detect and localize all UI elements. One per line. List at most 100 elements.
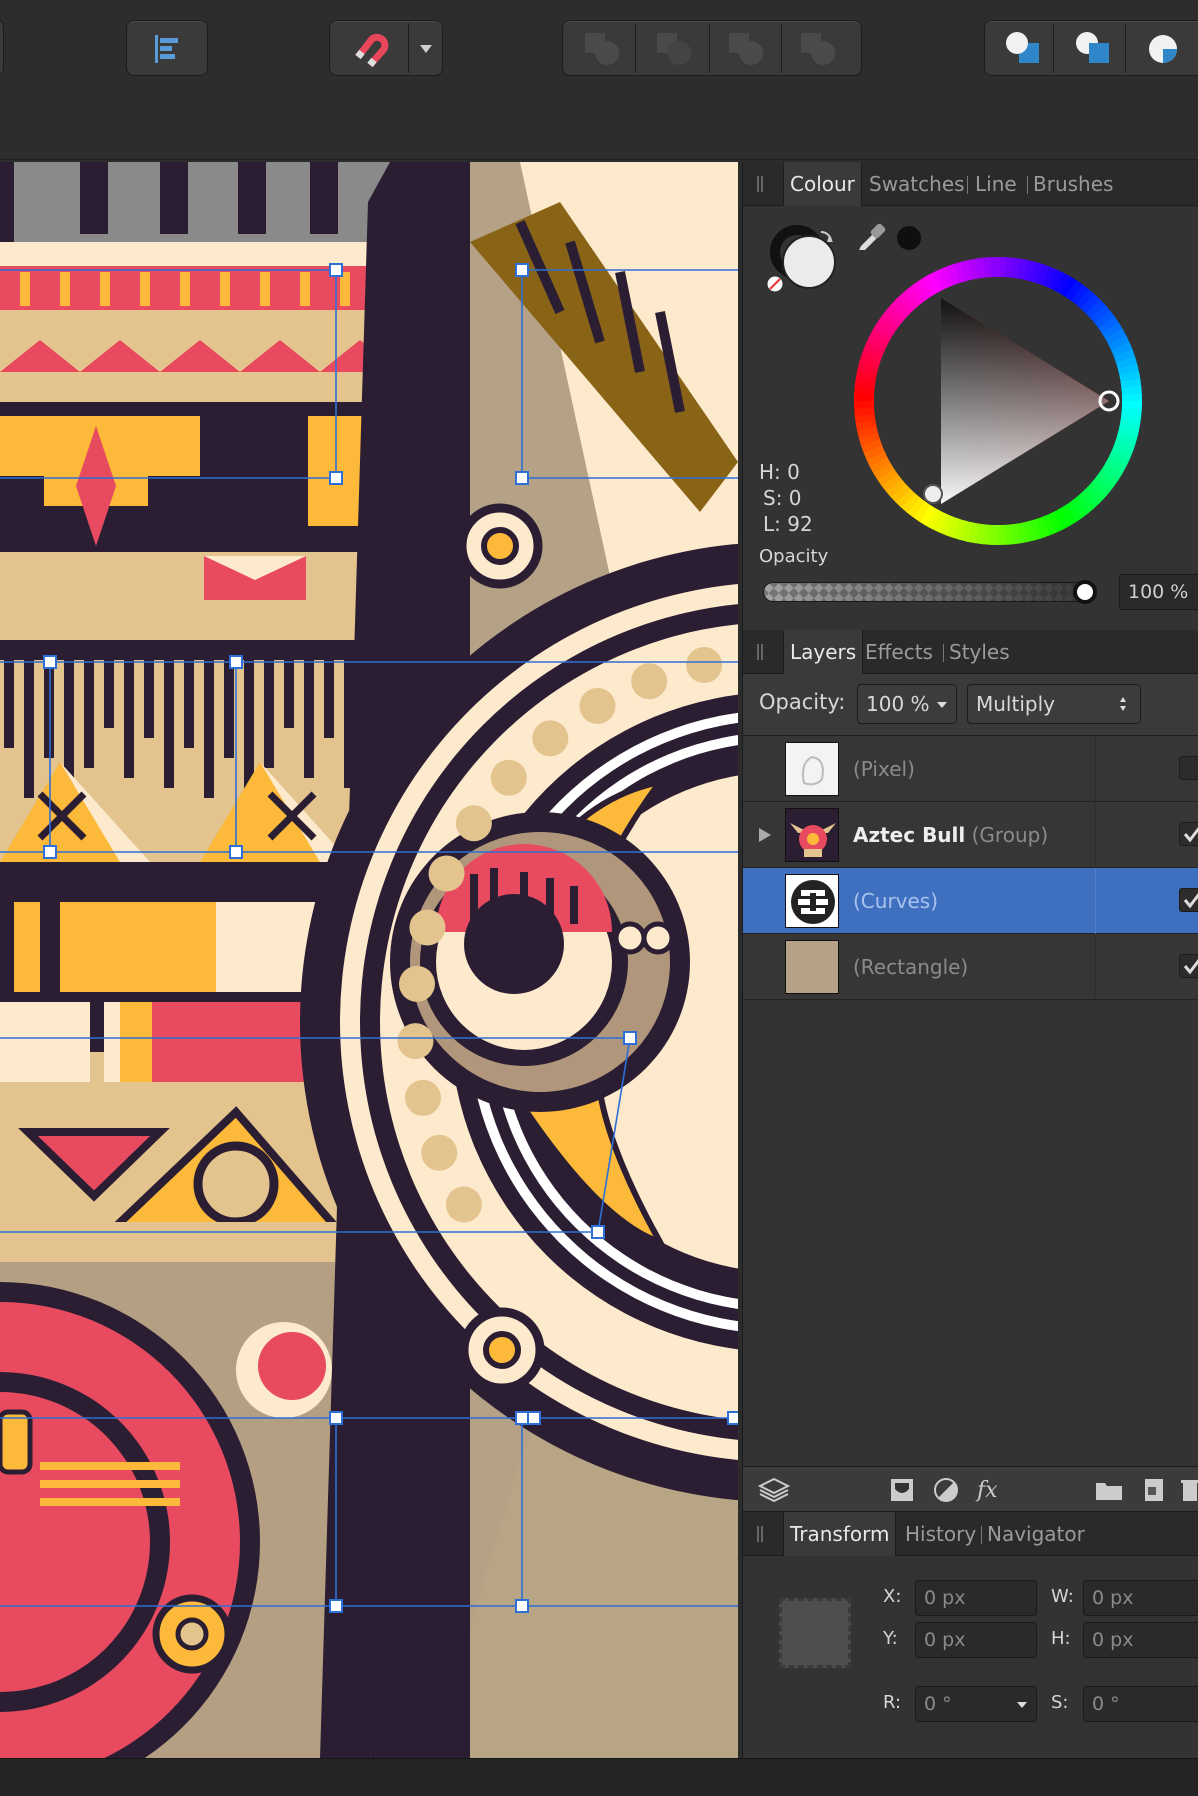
layer-row-rectangle[interactable]: (Rectangle) — [743, 934, 1198, 1000]
toolbar-button-partial[interactable] — [0, 20, 4, 76]
folder-icon[interactable] — [1093, 1475, 1125, 1505]
boolean-subtract-icon[interactable] — [651, 29, 695, 69]
document-canvas[interactable] — [0, 162, 738, 1758]
panel-grip[interactable] — [757, 644, 763, 660]
picked-colour-swatch[interactable] — [895, 224, 923, 252]
panel-grip[interactable] — [757, 1526, 763, 1542]
comb-tooth — [84, 660, 94, 768]
layer-row-curves[interactable]: (Curves) — [743, 868, 1198, 934]
ring-dot — [445, 1186, 482, 1223]
boolean-add-icon[interactable] — [579, 29, 623, 69]
arrange-front-icon[interactable] — [1001, 27, 1045, 71]
layer-thumbnail — [785, 874, 839, 928]
ring-dot — [490, 759, 527, 796]
h-field[interactable]: 0 px — [1083, 1622, 1198, 1658]
w-field[interactable]: 0 px — [1083, 1580, 1198, 1616]
y-field[interactable]: 0 px — [915, 1622, 1037, 1658]
ring-dot — [409, 909, 446, 946]
align-button[interactable] — [126, 20, 208, 76]
s-label: S: — [1051, 1692, 1069, 1713]
ring-dot — [532, 720, 569, 757]
checkmark-icon — [1183, 959, 1198, 975]
anchor-selector[interactable] — [779, 1598, 851, 1668]
layer-options-bar: Opacity: 100 % Multiply — [743, 674, 1198, 736]
fill-stroke-selector[interactable] — [761, 218, 851, 308]
colour-wheel[interactable] — [853, 256, 1143, 546]
x-field[interactable]: 0 px — [915, 1580, 1037, 1616]
comb-tooth — [164, 660, 174, 788]
fx-icon[interactable]: fx — [975, 1475, 1005, 1505]
comb-tooth — [324, 660, 334, 738]
tab-history[interactable]: History — [905, 1512, 976, 1556]
layer-opacity-value: 100 % — [866, 692, 930, 716]
layers-stack-icon[interactable] — [757, 1475, 791, 1505]
rotation-value: 0 ° — [924, 1693, 952, 1715]
comb-tooth — [284, 660, 294, 728]
tab-line[interactable]: Line — [975, 162, 1017, 206]
comb-tooth — [4, 660, 14, 748]
align-icon — [155, 35, 178, 63]
checkmark-icon — [1183, 827, 1198, 843]
snapping-magnet-icon — [355, 33, 389, 68]
layer-type: (Rectangle) — [853, 955, 969, 979]
status-bar — [0, 1758, 1198, 1796]
layer-visibility-checkbox[interactable] — [1179, 888, 1198, 912]
layer-type: (Pixel) — [853, 757, 915, 781]
layer-type: (Curves) — [853, 889, 939, 913]
tab-styles[interactable]: Styles — [949, 630, 1010, 674]
tab-navigator[interactable]: Navigator — [987, 1512, 1085, 1556]
saturation-readout: S: 0 — [763, 486, 802, 510]
opacity-slider-handle[interactable] — [1073, 580, 1097, 604]
opacity-slider[interactable] — [763, 582, 1089, 602]
arrange-back-icon[interactable] — [1071, 27, 1115, 71]
saturation-handle[interactable] — [923, 484, 943, 504]
comb-tooth — [124, 660, 134, 778]
ring-dot — [397, 1023, 434, 1060]
arrange-forward-icon[interactable] — [1141, 27, 1185, 71]
rotation-field[interactable]: 0 ° — [915, 1686, 1037, 1722]
mask-icon[interactable] — [887, 1475, 917, 1505]
boolean-divide-icon[interactable] — [795, 29, 839, 69]
tab-brushes[interactable]: Brushes — [1033, 162, 1113, 206]
tab-layers[interactable]: Layers — [783, 630, 864, 674]
ring-dot — [579, 687, 616, 724]
tab-colour[interactable]: Colour — [783, 162, 862, 206]
new-layer-icon[interactable] — [1139, 1475, 1169, 1505]
layer-row-aztec-bull[interactable]: Aztec Bull (Group) — [743, 802, 1198, 868]
shear-field[interactable]: 0 ° — [1083, 1686, 1198, 1722]
eyedropper-icon[interactable] — [855, 218, 889, 252]
hue-segment — [1121, 393, 1142, 403]
comb-tooth — [104, 660, 114, 728]
snapping-options-chevron-icon[interactable] — [418, 43, 434, 55]
opacity-value-field[interactable]: 100 % — [1119, 574, 1198, 610]
hue-segment — [996, 524, 1006, 545]
layer-visibility-checkbox[interactable] — [1179, 756, 1198, 780]
boolean-intersect-icon[interactable] — [723, 29, 767, 69]
comb-tooth — [224, 660, 234, 758]
y-label: Y: — [883, 1628, 898, 1649]
h-label: H: — [1051, 1628, 1071, 1649]
comb-tooth — [264, 660, 274, 768]
layer-visibility-checkbox[interactable] — [1179, 822, 1198, 846]
layer-opacity-dropdown[interactable]: 100 % — [857, 684, 957, 724]
layer-name: Aztec Bull (Group) — [853, 802, 1048, 868]
trash-icon[interactable] — [1179, 1475, 1198, 1505]
layer-visibility-checkbox[interactable] — [1179, 954, 1198, 978]
snapping-button[interactable] — [329, 20, 443, 76]
shear-value: 0 ° — [1092, 1693, 1120, 1715]
comb-tooth — [204, 660, 214, 798]
expand-triangle-icon[interactable] — [757, 826, 773, 844]
chevron-down-icon[interactable] — [1016, 1700, 1028, 1710]
layer-row-pixel[interactable]: (Pixel) — [743, 736, 1198, 802]
comb-tooth — [24, 660, 34, 798]
opacity-label: Opacity — [759, 546, 829, 567]
panel-grip[interactable] — [757, 176, 763, 192]
tab-transform[interactable]: Transform — [783, 1512, 897, 1556]
adjustment-icon[interactable] — [931, 1475, 961, 1505]
aztec-bull-artwork — [0, 162, 738, 1758]
opacity-slider-fill — [764, 583, 1088, 601]
tab-swatches[interactable]: Swatches — [869, 162, 965, 206]
tab-effects[interactable]: Effects — [865, 630, 933, 674]
blend-mode-dropdown[interactable]: Multiply — [967, 684, 1141, 724]
layers-panel-tabs: Layers Effects Styles — [743, 630, 1198, 674]
